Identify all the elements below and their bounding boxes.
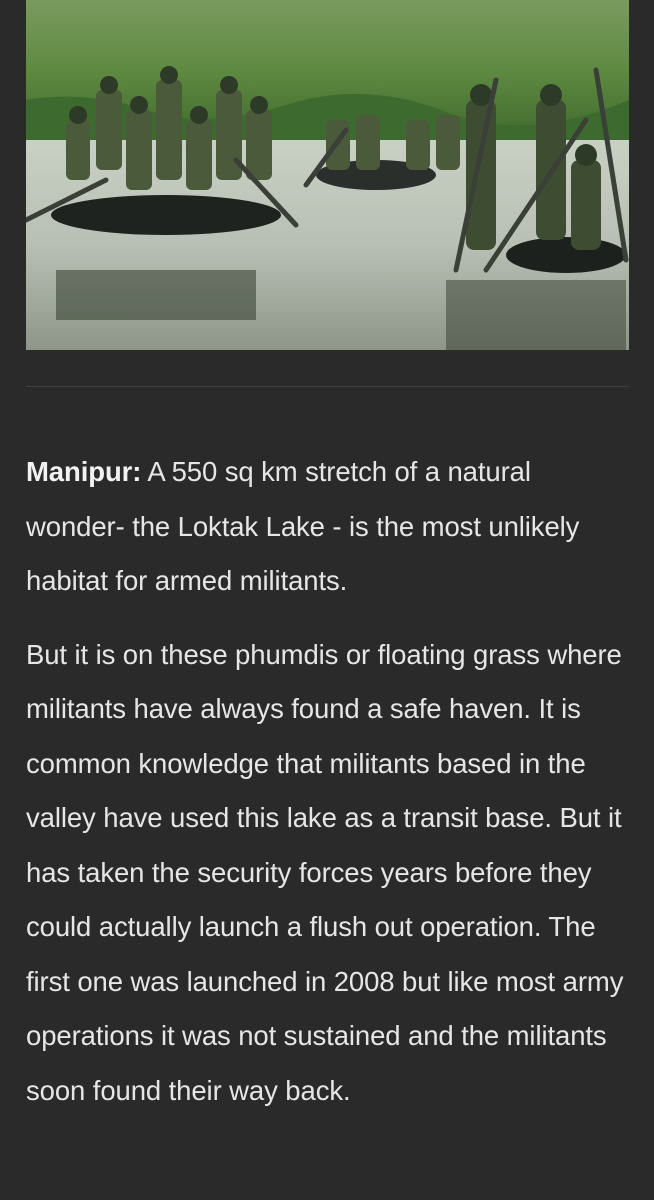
article-paragraph: But it is on these phumdis or floating g… (26, 628, 632, 1119)
article-paragraph: Manipur: A 550 sq km stretch of a natura… (26, 445, 632, 609)
article-photo[interactable] (26, 0, 629, 350)
location-dateline: Manipur: (26, 456, 142, 487)
section-divider (26, 386, 629, 387)
article-body: Manipur: A 550 sq km stretch of a natura… (26, 445, 632, 1137)
paragraph-text: But it is on these phumdis or floating g… (26, 638, 624, 1106)
lake-soldiers-illustration (26, 0, 629, 350)
